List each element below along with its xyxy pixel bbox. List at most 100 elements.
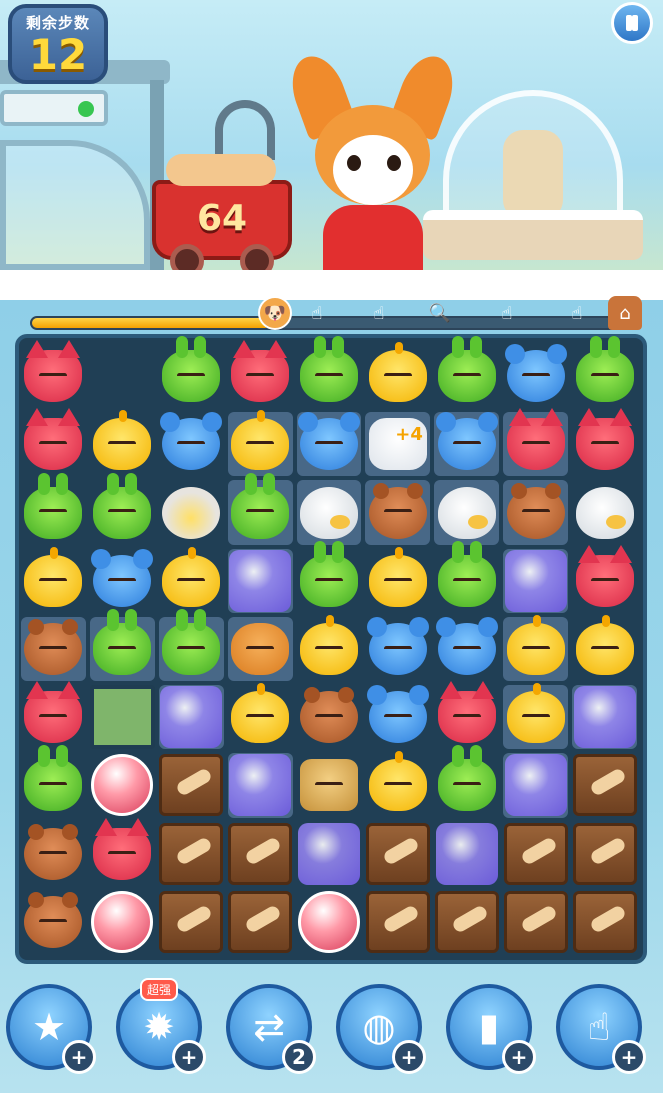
bear-piece — [368, 482, 427, 539]
board-cell[interactable] — [90, 753, 155, 817]
board-cell[interactable] — [158, 608, 224, 682]
swap-arrows-booster-button[interactable]: ⇄ 2 — [226, 984, 316, 1074]
board-cell[interactable] — [365, 890, 430, 954]
board-cell[interactable] — [572, 336, 637, 408]
board-cell[interactable] — [434, 412, 500, 477]
board-cell[interactable] — [572, 480, 637, 544]
board-cell[interactable] — [297, 336, 362, 408]
board-cell[interactable] — [365, 822, 430, 886]
board-cell[interactable] — [228, 822, 293, 886]
board-cell[interactable] — [434, 480, 500, 545]
board-cell[interactable] — [159, 480, 224, 544]
board-cell[interactable] — [434, 822, 499, 886]
board-cell[interactable] — [90, 890, 155, 954]
booster-badge: + — [612, 1040, 646, 1074]
board-cell[interactable] — [21, 890, 86, 954]
board-cell[interactable] — [21, 822, 86, 886]
bear-piece — [24, 618, 83, 675]
goggles-icon: ◍ — [362, 1005, 396, 1049]
board-cell[interactable] — [503, 683, 569, 750]
board-cell[interactable] — [572, 753, 637, 817]
board-cell[interactable] — [503, 822, 568, 886]
board-cell[interactable] — [21, 616, 86, 682]
board-cell[interactable] — [434, 890, 499, 954]
board-cell[interactable] — [89, 608, 155, 682]
board-cell[interactable] — [503, 890, 568, 954]
board-cell[interactable] — [365, 342, 430, 408]
board-cell[interactable] — [228, 890, 293, 954]
board-cell[interactable] — [365, 616, 430, 681]
board-cell[interactable] — [21, 681, 86, 749]
board-cell[interactable] — [227, 472, 293, 545]
board-cell[interactable] — [572, 614, 637, 681]
board-cell[interactable] — [503, 548, 569, 613]
capsule-blocker — [91, 890, 154, 953]
board-cell[interactable] — [227, 616, 293, 682]
board-cell[interactable] — [90, 410, 155, 476]
board-cell[interactable] — [159, 412, 224, 476]
board-cell[interactable] — [21, 340, 86, 408]
pause-icon[interactable] — [611, 2, 653, 44]
board-cell[interactable] — [159, 546, 224, 613]
board-cell[interactable] — [503, 408, 569, 477]
board-cell[interactable] — [297, 540, 362, 613]
board-cell[interactable] — [503, 480, 569, 545]
bear-piece — [24, 891, 83, 948]
board-cell[interactable] — [90, 548, 155, 613]
board-cell[interactable] — [227, 753, 293, 818]
board-cell[interactable] — [365, 546, 430, 613]
board-cell[interactable] — [296, 412, 362, 477]
board-cell[interactable] — [434, 336, 499, 408]
board-cell[interactable] — [365, 685, 430, 749]
board-cell[interactable] — [21, 472, 86, 544]
board-cell[interactable] — [434, 681, 499, 749]
board-cell[interactable] — [90, 817, 155, 886]
board-cell[interactable] — [297, 890, 362, 954]
glove-undo-booster-button[interactable]: ☝ + — [556, 984, 646, 1074]
goggles-booster-button[interactable]: ◍ + — [336, 984, 426, 1074]
board-cell[interactable] — [158, 685, 224, 750]
egg-piece — [299, 486, 358, 539]
board-cell[interactable] — [297, 822, 362, 886]
board-cell[interactable] — [296, 480, 362, 545]
board-cell[interactable] — [503, 753, 569, 818]
bone-crate — [159, 890, 224, 953]
board-cell[interactable] — [297, 753, 362, 817]
board-cell[interactable] — [572, 890, 637, 954]
board-cell[interactable] — [21, 408, 86, 476]
chick-piece — [299, 614, 358, 675]
board-cell[interactable] — [90, 472, 155, 544]
board-cell[interactable] — [503, 614, 569, 682]
corgi-piece — [231, 622, 290, 675]
board-cell[interactable] — [159, 753, 224, 817]
board-cell[interactable] — [365, 480, 431, 545]
board-cell[interactable] — [297, 614, 362, 681]
board-cell[interactable]: +4 — [365, 412, 431, 477]
board-cell[interactable] — [159, 890, 224, 954]
board-cell[interactable] — [503, 344, 568, 408]
board-cell[interactable] — [434, 616, 499, 681]
board-cell[interactable] — [227, 548, 293, 613]
paint-roller-booster-button[interactable]: ▮ + — [446, 984, 536, 1074]
bunny-piece — [162, 608, 221, 675]
board-cell[interactable] — [228, 340, 293, 408]
hammer-cannon-booster-button[interactable]: ✹ + 超强 — [116, 978, 206, 1074]
bear-piece — [24, 823, 83, 880]
board-cell[interactable] — [434, 540, 499, 613]
board-cell[interactable] — [434, 745, 499, 817]
board-cell[interactable] — [572, 408, 637, 476]
board-cell[interactable] — [228, 683, 293, 749]
board-cell[interactable] — [159, 822, 224, 886]
star-wand-booster-button[interactable]: ★ + — [6, 984, 96, 1074]
board-cell[interactable] — [159, 336, 224, 408]
board-cell[interactable] — [572, 544, 637, 613]
board-cell[interactable] — [297, 685, 362, 749]
board-cell[interactable] — [572, 685, 637, 750]
moves-value: 12 — [28, 30, 88, 79]
board-cell[interactable] — [21, 745, 86, 817]
board-grid: +4 — [19, 336, 639, 956]
board-cell[interactable] — [572, 822, 637, 886]
board-cell[interactable] — [365, 751, 430, 817]
board-cell[interactable] — [21, 546, 86, 613]
board-cell[interactable] — [227, 410, 293, 477]
